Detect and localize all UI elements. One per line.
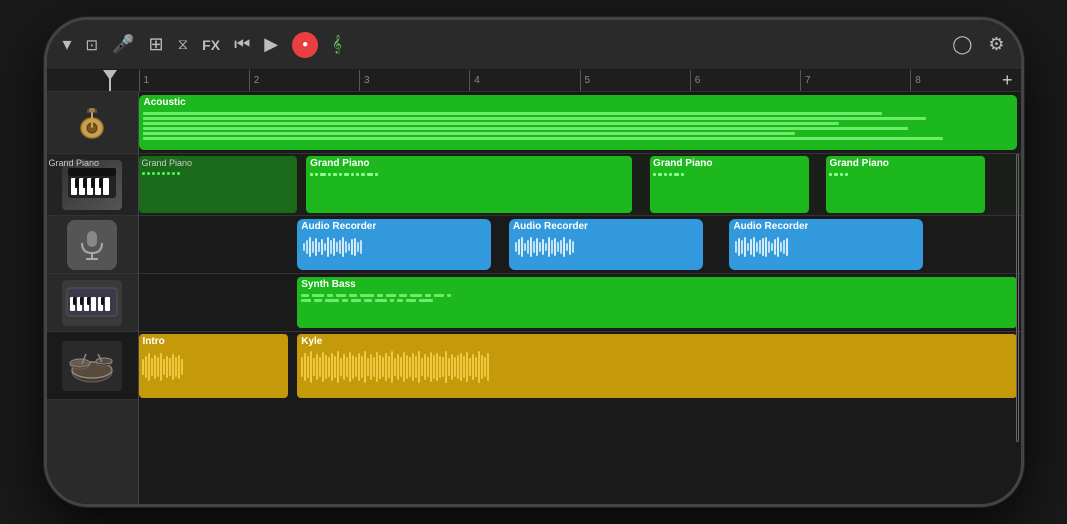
synth-icon (62, 280, 122, 326)
piano-track-row: Grand Piano Grand Piano (139, 154, 1021, 216)
eq-icon[interactable]: ⧖ (178, 36, 189, 53)
rewind-icon[interactable]: ⏮ (234, 34, 250, 55)
synth-track-row: Synth Bass (139, 274, 1021, 332)
track-header-synth[interactable] (47, 274, 138, 332)
piano-track-label: Grand Piano (49, 158, 100, 168)
drums-icon (62, 341, 122, 391)
acoustic-clip-label: Acoustic (139, 95, 1017, 110)
audio-clip-3-label: Audio Recorder (729, 219, 923, 234)
mic-track-row: Audio Recorder (139, 216, 1021, 274)
drums-kyle-clip[interactable]: Kyle (297, 334, 1016, 398)
piano-clip-mid[interactable]: Grand Piano (306, 156, 632, 213)
guitar-icon (67, 98, 117, 148)
audio-clip-1-label: Audio Recorder (297, 219, 491, 234)
piano-clip-left-label: Grand Piano (139, 156, 298, 170)
ruler-marks: 1 2 3 4 5 6 7 8 (139, 70, 1021, 91)
headphone-icon[interactable]: ◯ (952, 34, 972, 55)
record-button[interactable]: ● (292, 32, 318, 58)
audio-clip-2-label: Audio Recorder (509, 219, 703, 234)
toolbar: ▾ ⊡ 🎤 ⊞ ⧖ FX ⏮ ▶ ● 𝄞 ◯ ⚙ (47, 20, 1021, 70)
guitar-track-row: Acoustic (139, 92, 1021, 154)
scroll-bracket (1016, 154, 1019, 442)
ruler-mark-7: 7 (800, 70, 910, 91)
piano-clip-right2[interactable]: Grand Piano (826, 156, 985, 213)
drums-kyle-label: Kyle (297, 334, 1016, 349)
tuner-icon[interactable]: 𝄞 (332, 36, 341, 54)
track-headers: Grand Piano (47, 92, 139, 504)
settings-icon[interactable]: ⚙ (988, 34, 1004, 55)
track-header-guitar[interactable] (47, 92, 138, 154)
drums-intro-clip[interactable]: Intro (139, 334, 289, 398)
ruler-mark-6: 6 (690, 70, 800, 91)
grid-icon[interactable]: ⊞ (149, 34, 164, 55)
ruler-mark-3: 3 (359, 70, 469, 91)
mic-track-icon (67, 220, 117, 270)
ruler-mark-2: 2 (249, 70, 359, 91)
mic-icon[interactable]: 🎤 (112, 34, 134, 55)
add-track-button[interactable]: + (1002, 70, 1013, 91)
piano-clip-right1-label: Grand Piano (650, 156, 809, 171)
drums-intro-label: Intro (139, 334, 289, 349)
fx-label[interactable]: FX (202, 37, 220, 53)
piano-clip-right2-label: Grand Piano (826, 156, 985, 171)
tracks-content: Acoustic Grand Piano (139, 92, 1021, 504)
piano-clip-right1[interactable]: Grand Piano (650, 156, 809, 213)
piano-clip-left[interactable]: Grand Piano (139, 156, 298, 213)
acoustic-clip[interactable]: Acoustic (139, 95, 1017, 150)
dropdown-icon[interactable]: ▾ (63, 34, 72, 55)
track-header-drums[interactable] (47, 332, 138, 400)
ruler: 1 2 3 4 5 6 7 8 + (47, 70, 1021, 92)
audio-clip-3[interactable]: Audio Recorder (729, 219, 923, 270)
phone-frame: ▾ ⊡ 🎤 ⊞ ⧖ FX ⏮ ▶ ● 𝄞 ◯ ⚙ 1 2 3 4 5 6 7 8… (44, 17, 1024, 507)
track-header-piano[interactable]: Grand Piano (47, 154, 138, 216)
playhead (109, 70, 111, 91)
audio-clip-1[interactable]: Audio Recorder (297, 219, 491, 270)
ruler-mark-5: 5 (580, 70, 690, 91)
drums-track-row: Intro (139, 332, 1021, 400)
synth-clip-label: Synth Bass (297, 277, 1016, 292)
ruler-mark-4: 4 (469, 70, 579, 91)
tracks-area: Grand Piano (47, 92, 1021, 504)
synth-clip[interactable]: Synth Bass (297, 277, 1016, 328)
track-header-mic[interactable] (47, 216, 138, 274)
play-icon[interactable]: ▶ (264, 34, 278, 55)
ruler-mark-1: 1 (139, 70, 249, 91)
audio-clip-2[interactable]: Audio Recorder (509, 219, 703, 270)
piano-clip-mid-label: Grand Piano (306, 156, 632, 171)
view-icon[interactable]: ⊡ (86, 36, 99, 54)
